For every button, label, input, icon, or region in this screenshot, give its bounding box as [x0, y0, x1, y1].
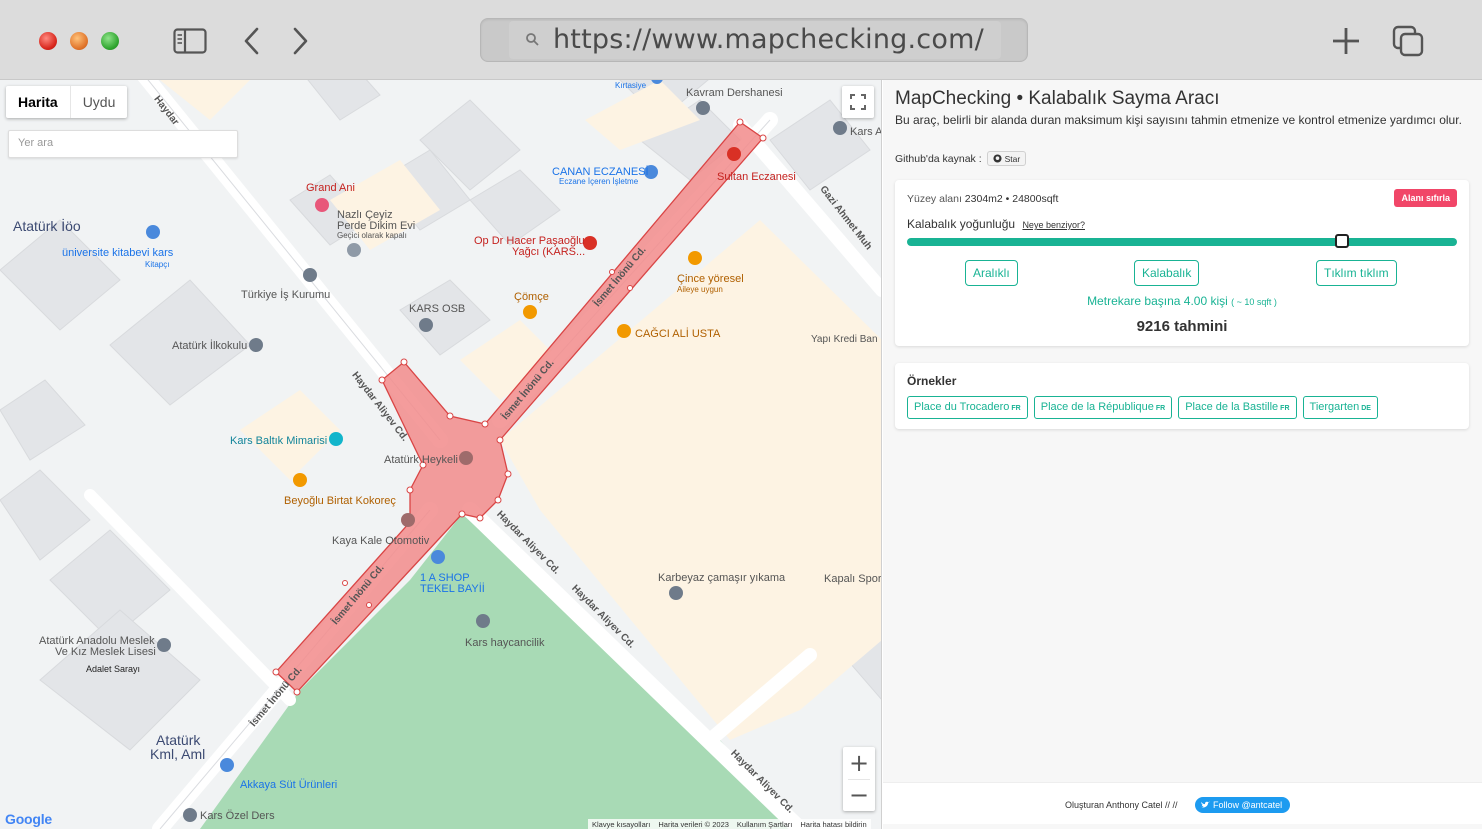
map-label: Karbeyaz çamaşır yıkama — [658, 572, 786, 584]
page-title: MapChecking • Kalabalık Sayma Aracı — [895, 88, 1220, 109]
fullscreen-icon[interactable] — [842, 86, 874, 118]
crowd-calculator-card: Yüzey alanı 2304m2 • 24800sqft Alanı sıf… — [895, 180, 1469, 346]
crowd-estimate: 9216 tahmini — [1136, 318, 1228, 335]
map-label: Atatürk İlkokulu — [172, 340, 248, 352]
examples-list: Place du Trocadero FR Place de la Républi… — [907, 396, 1378, 419]
terms-link[interactable]: Kullanım Şartları — [737, 820, 792, 829]
sidebar-toggle-icon[interactable] — [172, 24, 208, 58]
browser-window: https://www.mapchecking.com/ Harita Uydu… — [0, 0, 1482, 829]
map-type-harita-tab[interactable]: Harita — [6, 86, 70, 118]
map-label: üniversite kitabevi kars — [62, 247, 174, 259]
tab-overview-icon[interactable] — [1390, 24, 1426, 58]
surface-area: Yüzey alanı 2304m2 • 24800sqft — [907, 193, 1059, 205]
density-slider-thumb[interactable] — [1334, 234, 1349, 248]
map-label: Kavram Dershanesi — [686, 87, 783, 99]
maximize-window-button[interactable] — [101, 32, 119, 50]
map-label: Atatürk İöo — [13, 218, 81, 234]
density-help-link[interactable]: Neye benziyor? — [1022, 220, 1085, 230]
page-footer: Oluşturan Anthony Catel // // Follow @an… — [883, 782, 1482, 824]
map-label: Kitapçı — [145, 260, 170, 269]
back-arrow-icon[interactable] — [234, 24, 270, 58]
map-label: Kml, Aml — [150, 746, 206, 762]
map-label: Eczane İçeren İşletme — [559, 177, 639, 186]
density-crowded-button[interactable]: Kalabalık — [1134, 260, 1200, 286]
minimize-window-button[interactable] — [70, 32, 88, 50]
map-label: Kars haycancilik — [465, 637, 545, 649]
map-label: Kaya Kale Otomotiv — [332, 535, 430, 547]
author-credit: Oluşturan Anthony Catel // // — [1065, 800, 1178, 810]
zoom-out-button[interactable]: − — [843, 779, 875, 811]
surface-area-value: 2304m2 • 24800sqft — [964, 193, 1059, 205]
url-text: https://www.mapchecking.com/ — [553, 24, 984, 55]
map-label: Kars Özel Ders — [200, 810, 275, 822]
map-label: Aileye uygun — [677, 285, 723, 294]
map-label: Kırtasiye — [615, 81, 647, 90]
search-icon — [525, 32, 539, 51]
map-label: KARS OSB — [409, 303, 466, 315]
close-window-button[interactable] — [39, 32, 57, 50]
page-description: Bu araç, belirli bir alanda duran maksim… — [895, 113, 1462, 127]
keyboard-shortcuts-link[interactable]: Klavye kısayolları — [592, 820, 650, 829]
example-button[interactable]: Tiergarten DE — [1302, 396, 1378, 419]
density-label: Kalabalık yoğunluğu Neye benziyor? — [907, 217, 1085, 231]
browser-toolbar: https://www.mapchecking.com/ — [0, 0, 1482, 80]
github-row: Github'da kaynak : Star — [895, 151, 1027, 166]
google-logo: Google — [5, 811, 53, 827]
density-per-m2: Metrekare başına 4.00 kişi ( ~ 10 sqft ) — [1087, 294, 1277, 308]
map-label: Beyoğlu Birtat Kokoreç — [284, 495, 396, 507]
map-label: Adalet Sarayı — [86, 664, 141, 674]
map-label: TEKEL BAYİİ — [420, 583, 485, 595]
github-star-button[interactable]: Star — [986, 151, 1027, 166]
map-label: Grand Ani — [306, 182, 355, 194]
forward-arrow-icon[interactable] — [282, 24, 318, 58]
reset-area-button[interactable]: Alanı sıfırla — [1394, 189, 1457, 207]
map-label: Yağcı (KARS... — [512, 246, 586, 258]
map-data-text: Harita verileri © 2023 — [658, 820, 729, 829]
zoom-in-button[interactable]: + — [843, 747, 875, 779]
map-label: Geçici olarak kapalı — [337, 231, 407, 240]
map-label: Çömçe — [514, 291, 549, 303]
map-label: Kapalı Spor — [824, 573, 882, 585]
map-label: Çince yöresel — [677, 273, 744, 285]
github-star-label: Star — [1004, 153, 1021, 164]
info-panel: MapChecking • Kalabalık Sayma Aracı Bu a… — [883, 80, 1482, 829]
map-canvas[interactable]: Harita Uydu Yer ara + − Google Klavye kı… — [0, 80, 882, 829]
github-label: Github'da kaynak : — [895, 152, 982, 165]
report-error-link[interactable]: Harita hatası bildirin — [800, 820, 866, 829]
density-slider[interactable] — [907, 234, 1457, 248]
examples-title: Örnekler — [907, 374, 957, 388]
map-label: CAĞCI ALİ USTA — [635, 328, 721, 340]
github-icon — [993, 154, 1002, 163]
example-button[interactable]: Place de la Bastille FR — [1178, 396, 1297, 419]
new-tab-icon[interactable] — [1328, 24, 1364, 58]
map-label: Akkaya Süt Ürünleri — [240, 779, 338, 791]
examples-card: Örnekler Place du Trocadero FR Place de l… — [895, 363, 1469, 429]
map-type-uydu-tab[interactable]: Uydu — [69, 86, 128, 118]
place-search-input[interactable]: Yer ara — [8, 130, 238, 158]
zoom-control: + − — [843, 747, 875, 811]
map-attribution: Klavye kısayolları Harita verileri © 202… — [588, 819, 871, 829]
map-label: Atatürk Heykeli — [384, 454, 458, 466]
map-label: Sultan Eczanesi — [717, 171, 796, 183]
map-type-control: Harita Uydu — [6, 86, 128, 118]
map-label: Kars Baltık Mimarisi — [230, 435, 328, 447]
density-sparse-button[interactable]: Aralıklı — [965, 260, 1018, 286]
map-label: Türkiye İş Kurumu — [241, 289, 331, 301]
example-button[interactable]: Place du Trocadero FR — [907, 396, 1028, 419]
twitter-follow-button[interactable]: Follow @antcatel — [1195, 797, 1291, 813]
address-bar[interactable]: https://www.mapchecking.com/ — [480, 18, 1028, 62]
map-label: Kars A — [850, 126, 882, 138]
map-label: Yapı Kredi Ban — [811, 334, 878, 345]
twitter-bird-icon — [1201, 801, 1210, 808]
density-packed-button[interactable]: Tıklım tıklım — [1316, 260, 1397, 286]
map-label: Ve Kız Meslek Lisesi — [55, 646, 156, 658]
example-button[interactable]: Place de la République FR — [1033, 396, 1173, 419]
